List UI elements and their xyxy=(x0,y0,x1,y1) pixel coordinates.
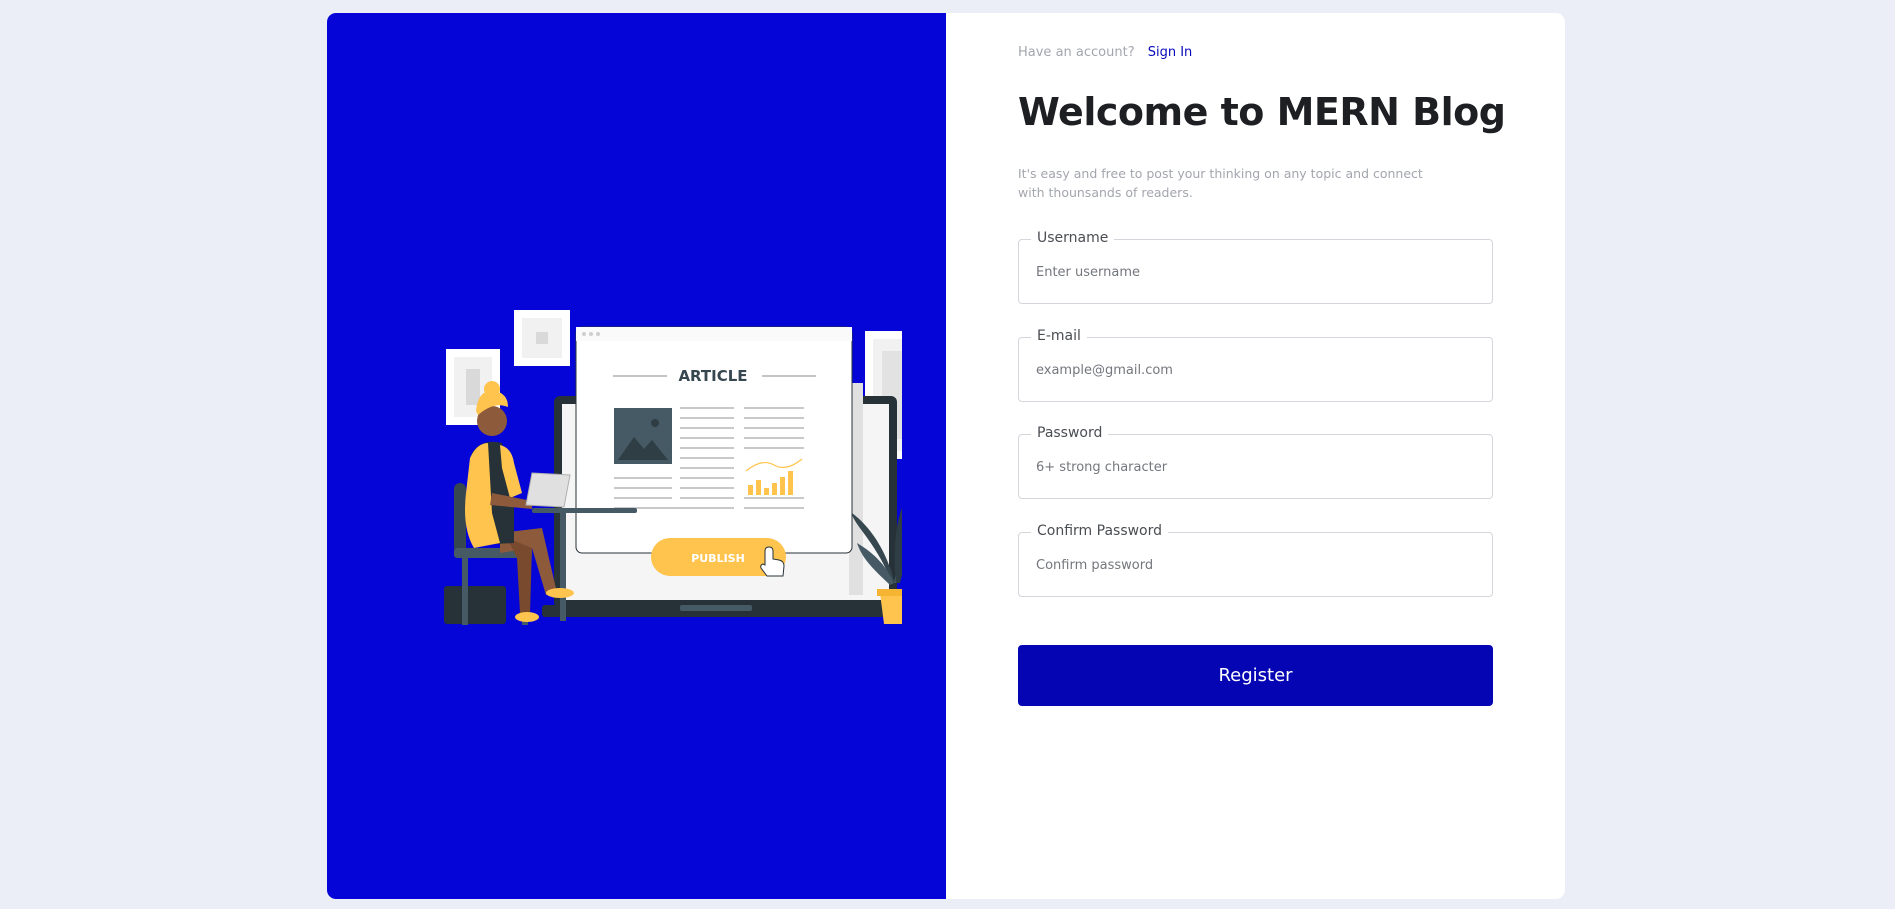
register-card: ARTICLE PUBLISH Have an account? Sign In… xyxy=(327,13,1565,899)
confirm-password-input[interactable] xyxy=(1036,553,1476,577)
email-label: E-mail xyxy=(1031,328,1087,344)
password-label: Password xyxy=(1031,425,1109,441)
username-input[interactable] xyxy=(1036,260,1476,284)
publish-button-illustration: PUBLISH xyxy=(651,538,786,577)
register-form-panel: Have an account? Sign In Welcome to MERN… xyxy=(946,13,1565,899)
article-heading: ARTICLE xyxy=(678,367,747,385)
page-subtitle: It's easy and free to post your thinking… xyxy=(1018,166,1423,200)
email-field: E-mail xyxy=(1018,328,1493,402)
sign-in-link[interactable]: Sign In xyxy=(1148,45,1193,60)
email-input[interactable] xyxy=(1036,358,1476,382)
confirm-password-label: Confirm Password xyxy=(1031,523,1169,539)
password-input[interactable] xyxy=(1036,455,1476,479)
wall-frame-small xyxy=(514,310,570,366)
confirm-password-field: Confirm Password xyxy=(1018,523,1493,597)
page-title: Welcome to MERN Blog xyxy=(1018,90,1506,134)
username-field: Username xyxy=(1018,230,1493,304)
blog-illustration: ARTICLE PUBLISH xyxy=(444,310,902,625)
illustration-panel: ARTICLE PUBLISH xyxy=(327,13,946,899)
register-button[interactable]: Register xyxy=(1018,645,1493,706)
have-account-row: Have an account? Sign In xyxy=(1018,45,1192,60)
password-field: Password xyxy=(1018,425,1493,499)
image-placeholder-icon xyxy=(614,408,672,464)
username-label: Username xyxy=(1031,230,1115,246)
publish-label: PUBLISH xyxy=(691,552,745,565)
have-account-text: Have an account? xyxy=(1018,45,1135,60)
